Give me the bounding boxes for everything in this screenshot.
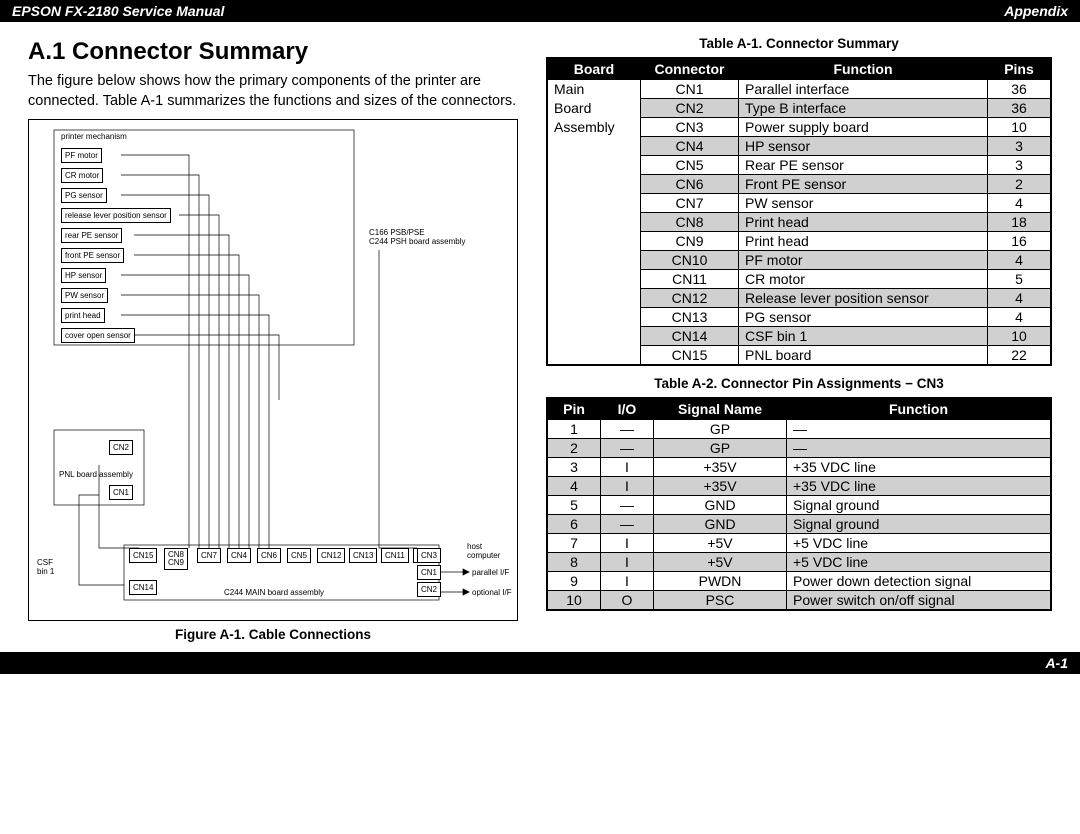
- fpe-box: front PE sensor: [61, 248, 124, 263]
- cn6: CN6: [257, 548, 281, 563]
- table-row: CN10PF motor4: [547, 251, 1051, 270]
- co-box: cover open sensor: [61, 328, 135, 343]
- table2-caption: Table A-2. Connector Pin Assignments − C…: [546, 376, 1052, 391]
- table-row: BoardCN2Type B interface36: [547, 99, 1051, 118]
- cn12: CN12: [317, 548, 345, 563]
- table-row: CN15PNL board22: [547, 346, 1051, 366]
- host-label: host computer: [467, 542, 500, 560]
- table-row: CN11CR motor5: [547, 270, 1051, 289]
- header-left: EPSON FX-2180 Service Manual: [12, 0, 224, 22]
- table-row: CN6Front PE sensor2: [547, 175, 1051, 194]
- pnl-cn1: CN1: [109, 485, 133, 500]
- cn11: CN11: [381, 548, 409, 563]
- pw-box: PW sensor: [61, 288, 108, 303]
- cn8: CN8CN9: [164, 548, 188, 570]
- cn2m: CN2: [417, 582, 441, 597]
- table-row: 9IPWDNPower down detection signal: [547, 572, 1051, 591]
- table-row: CN4HP sensor3: [547, 137, 1051, 156]
- table-connector-summary: Board Connector Function Pins MainCN1Par…: [546, 57, 1052, 366]
- table-row: 4I+35V+35 VDC line: [547, 477, 1051, 496]
- hp-box: HP sensor: [61, 268, 106, 283]
- cr-box: CR motor: [61, 168, 103, 183]
- opt-label: optional I/F: [472, 588, 512, 597]
- table-row: 3I+35V+35 VDC line: [547, 458, 1051, 477]
- cn14: CN14: [129, 580, 157, 595]
- table-row: CN14CSF bin 110: [547, 327, 1051, 346]
- page-body: A.1 Connector Summary The figure below s…: [0, 22, 1080, 652]
- intro-text: The figure below shows how the primary c…: [28, 72, 518, 111]
- cn15: CN15: [129, 548, 157, 563]
- figure-caption: Figure A-1. Cable Connections: [28, 627, 518, 642]
- cn1m: CN1: [417, 565, 441, 580]
- cn5: CN5: [287, 548, 311, 563]
- table-row: CN13PG sensor4: [547, 308, 1051, 327]
- rpe-box: rear PE sensor: [61, 228, 122, 243]
- table-row: 6—GNDSignal ground: [547, 515, 1051, 534]
- page-title: A.1 Connector Summary: [28, 38, 518, 66]
- table-row: CN12Release lever position sensor4: [547, 289, 1051, 308]
- table-row: 5—GNDSignal ground: [547, 496, 1051, 515]
- par-label: parallel I/F: [472, 568, 509, 577]
- table-row: AssemblyCN3Power supply board10: [547, 118, 1051, 137]
- page-number: A-1: [1045, 655, 1068, 671]
- pf-box: PF motor: [61, 148, 102, 163]
- cn7: CN7: [197, 548, 221, 563]
- cn3b: CN3: [417, 548, 441, 563]
- table-row: MainCN1Parallel interface36: [547, 80, 1051, 99]
- table-row: 1—GP—: [547, 420, 1051, 439]
- table1-caption: Table A-1. Connector Summary: [546, 36, 1052, 51]
- table-row: 8I+5V+5 VDC line: [547, 553, 1051, 572]
- header-right: Appendix: [1004, 0, 1068, 22]
- main-label: C244 MAIN board assembly: [224, 588, 324, 597]
- psb-label: C166 PSB/PSE C244 PSH board assembly: [369, 228, 466, 246]
- table-row: CN5Rear PE sensor3: [547, 156, 1051, 175]
- cn13: CN13: [349, 548, 377, 563]
- mech-label: printer mechanism: [61, 132, 127, 141]
- pnl-label: PNL board assembly: [59, 470, 133, 479]
- csf-label: CSF bin 1: [37, 558, 54, 576]
- table-row: CN8Print head18: [547, 213, 1051, 232]
- table-row: 10OPSCPower switch on/off signal: [547, 591, 1051, 611]
- table-pin-assignments: Pin I/O Signal Name Function 1—GP—2—GP—3…: [546, 397, 1052, 611]
- footer-bar: A-1: [0, 652, 1080, 674]
- table-row: CN7PW sensor4: [547, 194, 1051, 213]
- pg-box: PG sensor: [61, 188, 107, 203]
- table2-header-row: Pin I/O Signal Name Function: [547, 398, 1051, 420]
- rl-box: release lever position sensor: [61, 208, 171, 223]
- table-row: 7I+5V+5 VDC line: [547, 534, 1051, 553]
- cn4: CN4: [227, 548, 251, 563]
- figure-diagram: printer mechanism PF motor CR motor PG s…: [28, 119, 518, 621]
- header-bar: EPSON FX-2180 Service Manual Appendix: [0, 0, 1080, 22]
- table1-header-row: Board Connector Function Pins: [547, 58, 1051, 80]
- pnl-cn2: CN2: [109, 440, 133, 455]
- ph-box: print head: [61, 308, 105, 323]
- table-row: CN9Print head16: [547, 232, 1051, 251]
- table-row: 2—GP—: [547, 439, 1051, 458]
